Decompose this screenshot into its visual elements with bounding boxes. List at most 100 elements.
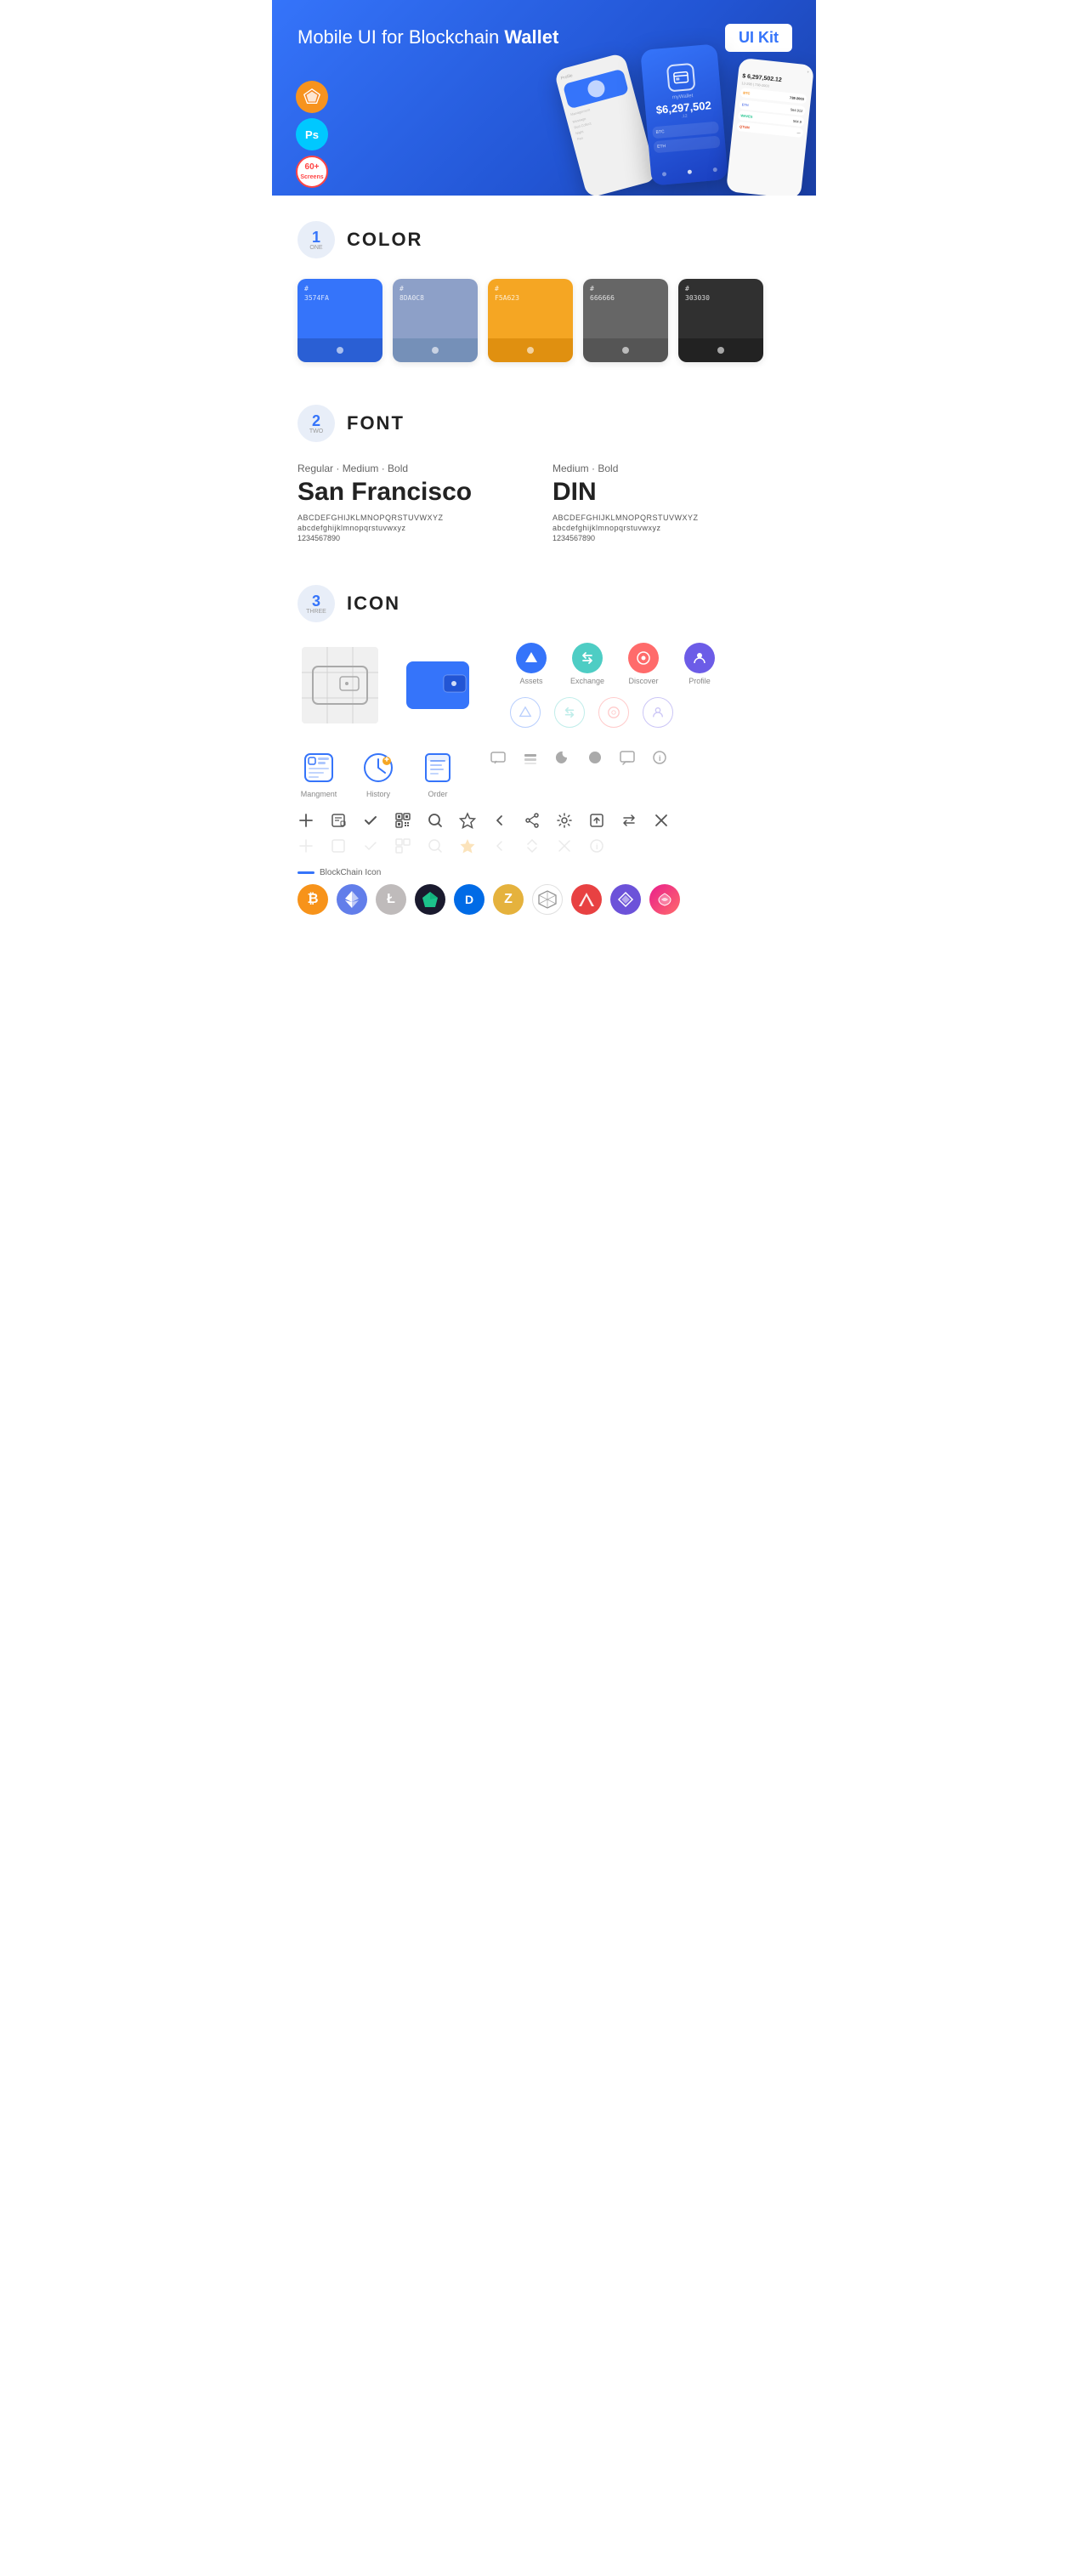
left-arrow-icon [491,812,508,829]
hero-section: Mobile UI for Blockchain Wallet UI Kit P… [272,0,816,196]
ui-kit-badge: UI Kit [725,24,792,52]
layers-icon [522,749,539,766]
share-icon [524,812,541,829]
edit-outline-icon [330,837,347,854]
crypto4-icon [415,884,445,915]
history-icon [360,749,397,786]
wallet-icons-row: Assets Exchange [298,643,790,732]
hero-badges: Ps 60+Screens [296,81,328,188]
font-sf-numbers: 1234567890 [298,534,536,542]
settings-icon [556,812,573,829]
grid-coin-icon [532,884,563,915]
nav-icons-outline-row [510,697,721,728]
profile-icon-item: Profile [678,643,721,685]
color-section-header: 1 ONE COLOR [298,221,790,258]
small-icons-container: i [490,749,790,766]
font-sf: Regular · Medium · Bold San Francisco AB… [298,462,536,542]
hero-title: Mobile UI for Blockchain Wallet [298,26,790,50]
x-outline-icon [556,837,573,854]
font-din-numbers: 1234567890 [552,534,790,542]
font-din-upper: ABCDEFGHIJKLMNOPQRSTUVWXYZ [552,513,790,522]
close-icon [653,812,670,829]
circle-icon [586,749,604,766]
discover-icon [628,643,659,673]
comment-icon [619,749,636,766]
search-outline-icon [427,837,444,854]
chat-icon [490,749,507,766]
left-arrow-outline-icon [491,837,508,854]
color-bottom-orange [488,338,573,362]
plus-icon [298,812,314,829]
management-icon [300,749,337,786]
swap-icon [620,812,638,829]
search-icon [427,812,444,829]
color-bottom-black [678,338,763,362]
ps-label: Ps [305,128,319,141]
font-sf-lower: abcdefghijklmnopqrstuvwxyz [298,524,536,532]
management-icon-item: Mangment [298,749,340,798]
exchange-outline-icon [554,697,585,728]
info-icon: i [651,749,668,766]
order-icon-item: Order [416,749,459,798]
color-top-blue: #3574FA [298,279,382,338]
color-bottom-darkgray [583,338,668,362]
color-bottom-grayblue [393,338,478,362]
nav-icons-top-row: Assets Exchange [510,643,721,685]
bitcoin-icon: ₿ [298,884,328,915]
zcash-icon: Z [493,884,524,915]
check-outline-icon [362,837,379,854]
blockchain-label-text: BlockChain Icon [320,868,381,877]
assets-icon [516,643,547,673]
hero-title-regular: Mobile UI for Blockchain [298,26,504,48]
font-din-name: DIN [552,478,790,507]
screens-label: 60+Screens [300,162,323,181]
qr-outline-icon [394,837,411,854]
phone-mockup-3: + $ 6,297,502.12 12-298 | 738-2003 BTC 7… [726,58,814,196]
tool-icons-section: i [298,812,790,854]
blockchain-line [298,871,314,874]
arrows-outline-icon [524,837,541,854]
icon-section-title: ICON [347,593,400,615]
profile-icon [684,643,715,673]
qr-icon [394,812,411,829]
edit-icon [330,812,347,829]
blockchain-label: BlockChain Icon [298,868,790,877]
color-swatch-black: #303030 [678,279,763,362]
star-icon [459,812,476,829]
order-icon [419,749,456,786]
svg-text:i: i [659,754,661,763]
font-section-number: 2 TWO [298,405,335,442]
tool-icons-row2: i [298,837,790,854]
crypto-icons-row: ₿ Ł D Z [298,884,790,915]
phone-mockup-2: myWallet $6,297,502 .12 BTC ETH [640,43,728,185]
icon-section-number: 3 THREE [298,585,335,622]
app-icons-row: Mangment History Order [298,749,790,798]
color-swatch-blue: #3574FA [298,279,382,362]
screens-badge: 60+Screens [296,156,328,188]
assets-icon-item: Assets [510,643,552,685]
color-section-title: COLOR [347,229,422,251]
exchange-icon [572,643,603,673]
hero-title-bold: Wallet [504,26,558,48]
wallet-grid-icon [298,643,382,728]
dash-icon: D [454,884,484,915]
profile-outline-icon [643,697,673,728]
discover-icon-item: Discover [622,643,665,685]
font-grid: Regular · Medium · Bold San Francisco AB… [298,462,790,542]
font-sf-name: San Francisco [298,478,536,507]
wallet-solid-icon [400,643,484,732]
tool-icons-row1 [298,812,790,829]
color-swatch-gray-blue: #8DA0C8 [393,279,478,362]
color-dot [717,347,724,354]
icon-section-header: 3 THREE ICON [298,585,790,622]
color-top-orange: #F5A623 [488,279,573,338]
color-swatch-dark-gray: #666666 [583,279,668,362]
exchange-icon-item: Exchange [566,643,609,685]
color-dot [337,347,343,354]
assets-outline-icon [510,697,541,728]
color-dot [432,347,439,354]
crypto9-icon [610,884,641,915]
font-section-header: 2 TWO FONT [298,405,790,442]
font-sf-style: Regular · Medium · Bold [298,462,536,474]
ps-badge: Ps [296,118,328,150]
